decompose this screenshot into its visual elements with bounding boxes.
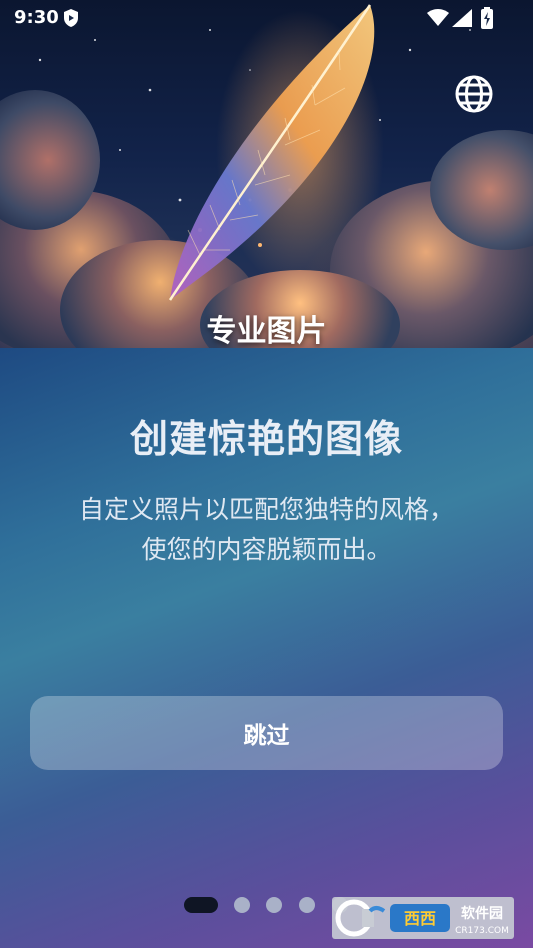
onboarding-description: 自定义照片以匹配您独特的风格， 使您的内容脱颖而出。 <box>40 490 493 570</box>
hero-image: 9:30 专业图片 <box>0 0 533 348</box>
feather-illustration <box>168 4 375 301</box>
shield-icon <box>64 9 78 27</box>
language-button[interactable] <box>454 74 494 114</box>
status-bar: 9:30 <box>0 0 533 36</box>
page-dot-1[interactable] <box>184 897 218 913</box>
globe-icon <box>455 75 493 113</box>
page-dot-3[interactable] <box>266 897 282 913</box>
page-dot-4[interactable] <box>299 897 315 913</box>
wifi-icon <box>427 9 449 26</box>
svg-text:CR173.COM: CR173.COM <box>455 926 509 936</box>
description-line-2: 使您的内容脱颖而出。 <box>141 535 392 564</box>
signal-icon <box>452 9 472 27</box>
svg-text:软件园: 软件园 <box>461 905 503 922</box>
skip-button[interactable]: 跳过 <box>30 696 503 770</box>
page-dot-2[interactable] <box>234 897 250 913</box>
onboarding-headline: 创建惊艳的图像 <box>129 417 403 461</box>
watermark-logo: 西西 软件园 CR173.COM <box>332 897 514 939</box>
hero-caption: 专业图片 <box>206 314 327 348</box>
battery-charging-icon <box>481 7 493 29</box>
status-time: 9:30 <box>14 7 59 28</box>
svg-text:西西: 西西 <box>404 909 436 928</box>
onboarding-panel: 创建惊艳的图像 自定义照片以匹配您独特的风格， 使您的内容脱颖而出。 跳过 <box>0 348 533 948</box>
description-line-1: 自定义照片以匹配您独特的风格， <box>78 495 454 524</box>
